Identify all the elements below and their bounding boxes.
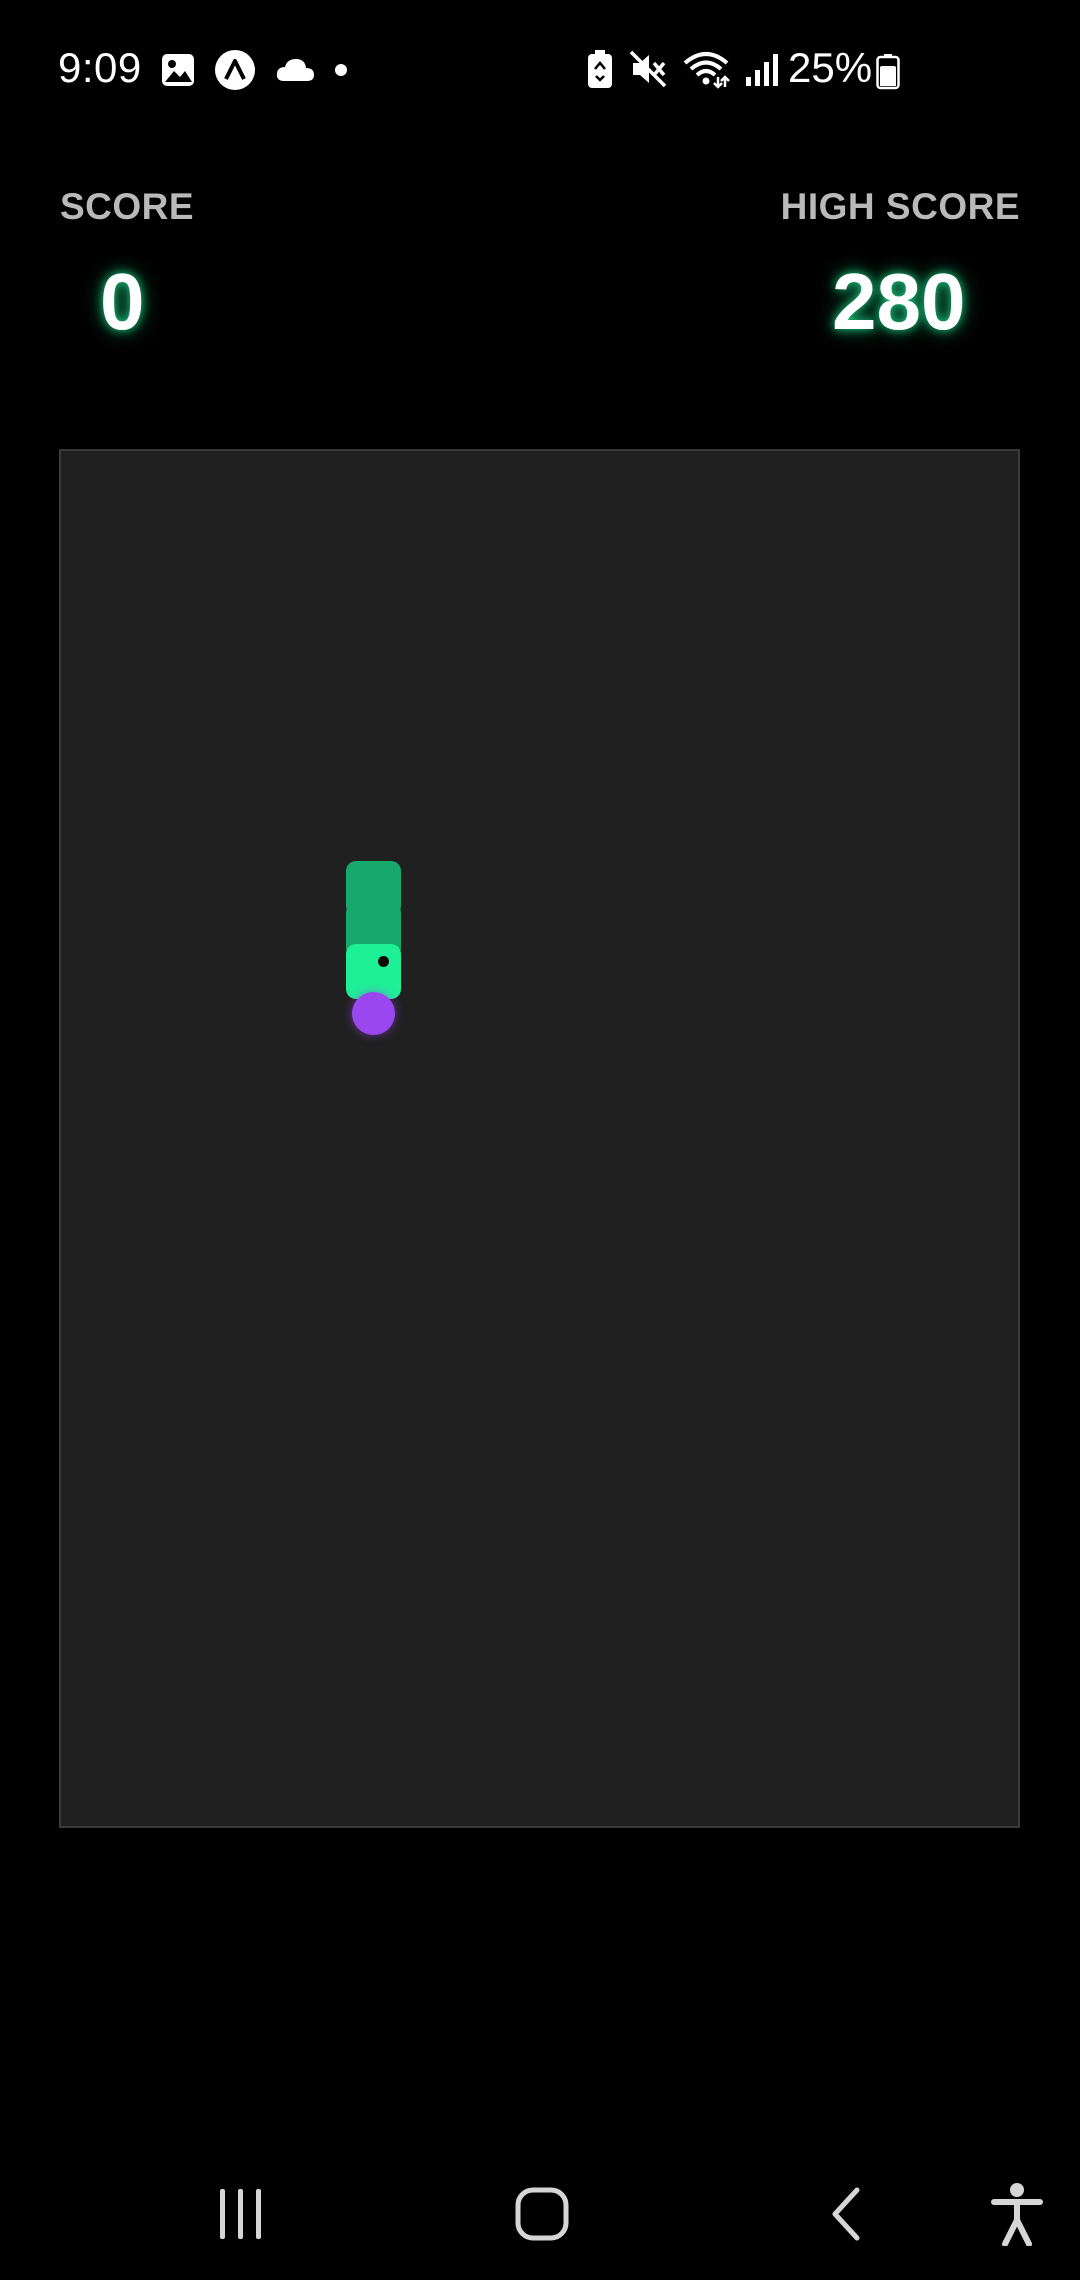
- high-score-value: 280: [832, 257, 966, 346]
- battery-icon: [876, 54, 900, 90]
- recents-icon: [216, 2187, 266, 2241]
- accessibility-button[interactable]: [977, 2174, 1057, 2254]
- cloud-icon: [274, 55, 316, 85]
- app-lambda-icon: [214, 49, 256, 91]
- status-left-icons: [160, 48, 348, 92]
- navigation-bar: [0, 2150, 1080, 2280]
- high-score-label: HIGH SCORE: [780, 186, 1020, 227]
- back-icon: [826, 2186, 866, 2242]
- gallery-icon: [160, 52, 196, 88]
- home-icon: [514, 2186, 570, 2242]
- game-board[interactable]: [59, 449, 1020, 1828]
- mute-icon: [628, 49, 668, 89]
- battery-percent: 25%: [788, 44, 873, 91]
- score-label: SCORE: [60, 186, 195, 227]
- back-button[interactable]: [806, 2174, 886, 2254]
- accessibility-icon: [991, 2182, 1043, 2246]
- score-value: 0: [100, 257, 145, 346]
- status-bar: 9:09 25%: [0, 0, 1080, 140]
- food-pellet: [351, 992, 395, 1035]
- recents-button[interactable]: [201, 2174, 281, 2254]
- home-button[interactable]: [502, 2174, 582, 2254]
- status-time: 9:09: [58, 44, 142, 91]
- dot-icon: [334, 63, 348, 77]
- status-right-icons: [586, 44, 780, 94]
- snake-eye: [377, 956, 389, 968]
- wifi-icon: [682, 49, 730, 89]
- signal-icon: [744, 51, 780, 87]
- game-screen: 9:09 25% SCORE HIGH SCORE 0 280: [0, 0, 1080, 2280]
- battery-saver-icon: [586, 49, 614, 89]
